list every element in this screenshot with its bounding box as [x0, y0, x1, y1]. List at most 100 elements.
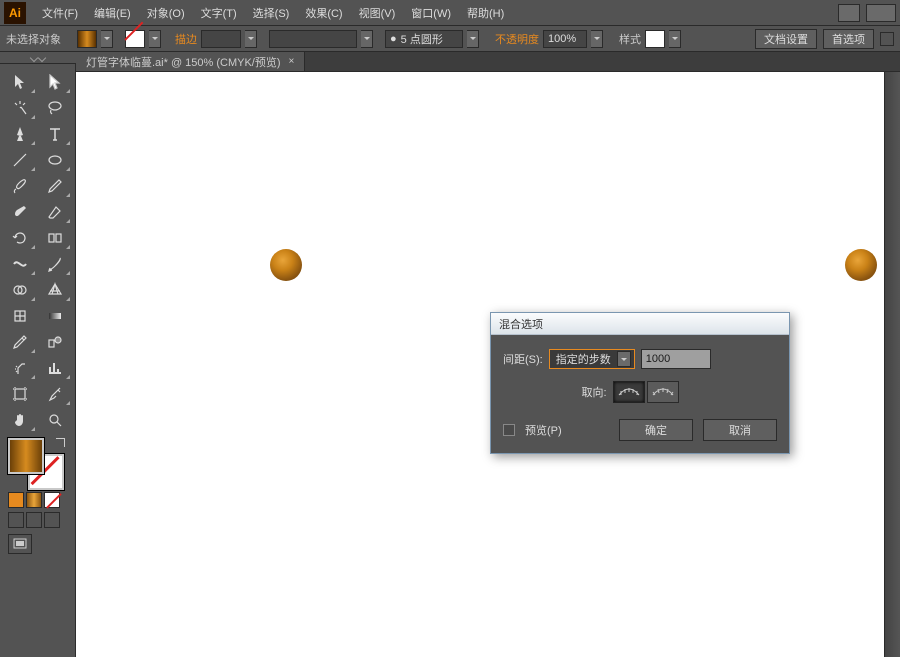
shape-builder-tool[interactable]: [4, 278, 36, 302]
eyedropper-tool[interactable]: [4, 330, 36, 354]
orientation-label: 取向:: [581, 384, 606, 400]
stroke-weight-field[interactable]: [201, 30, 241, 48]
draw-normal[interactable]: [8, 512, 24, 528]
spacing-value-input[interactable]: 1000: [641, 349, 711, 369]
opacity-field[interactable]: 100%: [543, 30, 587, 48]
menu-select[interactable]: 选择(S): [245, 1, 298, 25]
menu-type[interactable]: 文字(T): [193, 1, 245, 25]
swap-fill-stroke-icon[interactable]: [56, 438, 68, 450]
ok-button[interactable]: 确定: [619, 419, 693, 441]
menu-help[interactable]: 帮助(H): [459, 1, 512, 25]
draw-behind[interactable]: [26, 512, 42, 528]
control-bar: 未选择对象 描边 ● 5 点圆形 不透明度 100% 样式 文档设置 首选项: [0, 26, 900, 52]
opacity-label[interactable]: 不透明度: [495, 31, 539, 47]
color-mode-row: [8, 492, 71, 508]
profile-dropdown[interactable]: [361, 30, 373, 48]
brush-field[interactable]: ● 5 点圆形: [385, 30, 463, 48]
blob-brush-tool[interactable]: [4, 200, 36, 224]
ellipse-tool[interactable]: [39, 148, 71, 172]
preview-label: 预览(P): [525, 422, 562, 438]
stroke-dropdown[interactable]: [149, 30, 161, 48]
preview-checkbox[interactable]: [503, 424, 515, 436]
magic-wand-tool[interactable]: [4, 96, 36, 120]
line-tool[interactable]: [4, 148, 36, 172]
arrange-docs-button[interactable]: [866, 4, 896, 22]
chevron-down-icon[interactable]: [617, 351, 631, 367]
gradient-tool[interactable]: [39, 304, 71, 328]
menu-view[interactable]: 视图(V): [351, 1, 404, 25]
opacity-dropdown[interactable]: [591, 30, 603, 48]
brush-dropdown[interactable]: [467, 30, 479, 48]
style-swatch[interactable]: [645, 30, 665, 48]
fill-swatch[interactable]: [77, 30, 97, 48]
menu-file[interactable]: 文件(F): [34, 1, 86, 25]
artboard-tool[interactable]: [4, 382, 36, 406]
stroke-weight-dropdown[interactable]: [245, 30, 257, 48]
slice-tool[interactable]: [39, 382, 71, 406]
rotate-tool[interactable]: [4, 226, 36, 250]
document-tab-bar: 灯管字体临蔓.ai* @ 150% (CMYK/预览) ×: [0, 52, 900, 72]
gradient-color-mode[interactable]: [26, 492, 42, 508]
blend-tool[interactable]: [39, 330, 71, 354]
workspace-switcher: [838, 4, 896, 22]
document-setup-button[interactable]: 文档设置: [755, 29, 817, 49]
direct-selection-tool[interactable]: [39, 70, 71, 94]
bridge-button[interactable]: [838, 4, 860, 22]
toolbox-collapse[interactable]: [0, 52, 76, 64]
free-transform-tool[interactable]: [39, 252, 71, 276]
style-dropdown[interactable]: [669, 30, 681, 48]
canvas-object-circle-2[interactable]: [845, 249, 877, 281]
zoom-tool[interactable]: [39, 408, 71, 432]
vertical-scrollbar[interactable]: [884, 72, 900, 657]
hand-tool[interactable]: [4, 408, 36, 432]
brush-preset-label: 5 点圆形: [401, 31, 443, 47]
orient-to-path-button[interactable]: [647, 381, 679, 403]
menu-object[interactable]: 对象(O): [139, 1, 193, 25]
pencil-tool[interactable]: [39, 174, 71, 198]
spacing-label: 间距(S):: [503, 351, 543, 367]
preferences-button[interactable]: 首选项: [823, 29, 874, 49]
mesh-tool[interactable]: [4, 304, 36, 328]
spacing-mode-select[interactable]: 指定的步数: [549, 349, 635, 369]
reflect-tool[interactable]: [39, 226, 71, 250]
type-tool[interactable]: [39, 122, 71, 146]
solid-color-mode[interactable]: [8, 492, 24, 508]
cancel-button[interactable]: 取消: [703, 419, 777, 441]
brush-bullet: ●: [390, 33, 397, 45]
orient-to-page-button[interactable]: [613, 381, 645, 403]
symbol-sprayer-tool[interactable]: [4, 356, 36, 380]
control-flyout[interactable]: [880, 32, 894, 46]
draw-inside[interactable]: [44, 512, 60, 528]
app-logo-text: Ai: [9, 6, 21, 20]
draw-mode-row: [8, 512, 71, 528]
screen-mode-button[interactable]: [8, 534, 32, 554]
stroke-label[interactable]: 描边: [175, 31, 197, 47]
menubar: Ai 文件(F) 编辑(E) 对象(O) 文字(T) 选择(S) 效果(C) 视…: [0, 0, 900, 26]
close-icon[interactable]: ×: [289, 56, 295, 67]
pen-tool[interactable]: [4, 122, 36, 146]
fill-dropdown[interactable]: [101, 30, 113, 48]
selection-tool[interactable]: [4, 70, 36, 94]
dialog-title[interactable]: 混合选项: [491, 313, 789, 335]
document-tab[interactable]: 灯管字体临蔓.ai* @ 150% (CMYK/预览) ×: [76, 52, 305, 71]
lasso-tool[interactable]: [39, 96, 71, 120]
none-color-mode[interactable]: [44, 492, 60, 508]
spacing-mode-value: 指定的步数: [556, 351, 611, 367]
app-logo: Ai: [4, 2, 26, 24]
paintbrush-tool[interactable]: [4, 174, 36, 198]
toolbox: [0, 64, 76, 657]
column-graph-tool[interactable]: [39, 356, 71, 380]
fill-stroke-indicator[interactable]: [8, 438, 68, 488]
menu-effect[interactable]: 效果(C): [297, 1, 350, 25]
perspective-grid-tool[interactable]: [39, 278, 71, 302]
canvas-object-circle-1[interactable]: [270, 249, 302, 281]
selection-status: 未选择对象: [6, 31, 61, 47]
eraser-tool[interactable]: [39, 200, 71, 224]
blend-options-dialog: 混合选项 间距(S): 指定的步数 1000 取向: 预览(P): [490, 312, 790, 454]
menu-window[interactable]: 窗口(W): [403, 1, 459, 25]
profile-field[interactable]: [269, 30, 357, 48]
menu-edit[interactable]: 编辑(E): [86, 1, 139, 25]
width-tool[interactable]: [4, 252, 36, 276]
fill-indicator[interactable]: [8, 438, 44, 474]
stroke-swatch[interactable]: [125, 30, 145, 48]
